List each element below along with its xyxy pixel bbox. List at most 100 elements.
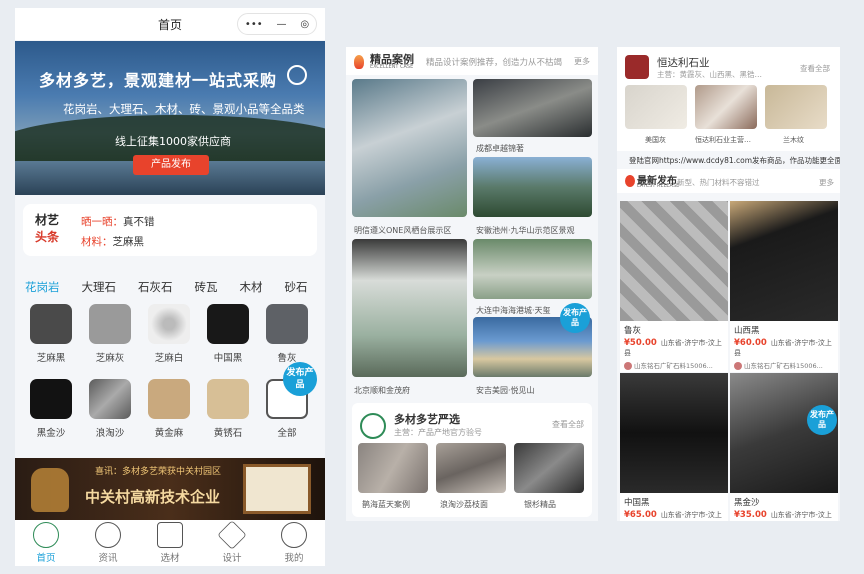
product-photo <box>620 201 728 321</box>
view-all-link[interactable]: 查看全部 <box>552 419 584 430</box>
company-thumb[interactable] <box>765 85 827 129</box>
thumb-caption: 恒达利石业主营… <box>695 136 751 144</box>
hero-banner[interactable]: 多材多艺，景观建材一站式采购 花岗岩、大理石、木材、砖、景观小品等全品类 线上征… <box>15 41 325 195</box>
bottom-tab-bar: 首页 资讯 选材 设计 我的 <box>15 520 325 566</box>
product-price: ¥50.00 <box>624 338 657 348</box>
curated-section: 多材多艺严选 主营：产品产地官方验号 查看全部 鹊海蓝天案例 浪淘沙荔枝面 银杉… <box>352 403 592 517</box>
case-caption[interactable]: 安吉美园·悦见山 <box>476 385 535 396</box>
tab-label: 设计 <box>222 553 242 564</box>
category-tab[interactable]: 木材 <box>240 279 263 295</box>
product-item[interactable]: 芝麻白 <box>141 304 197 364</box>
certificate-image <box>243 464 311 514</box>
product-item[interactable]: 浪淘沙 <box>82 379 138 439</box>
product-name: 山西黑 <box>734 326 760 336</box>
category-tab[interactable]: 大理石 <box>82 279 117 295</box>
view-all-link[interactable]: 查看全部 <box>800 63 830 74</box>
product-thumb <box>89 379 131 419</box>
product-item[interactable]: 鲁灰 <box>259 304 315 364</box>
tab-mine[interactable]: 我的 <box>263 520 325 566</box>
company-logo <box>625 55 649 79</box>
cases-screen: 精品案例 EXCELLENT CASE 精品设计案例推荐，创造力从不枯竭 更多 … <box>346 47 598 521</box>
category-tab[interactable]: 砖瓦 <box>195 279 218 295</box>
site-notice[interactable]: 登陆官网https://www.dcdy81.com发布商品，作品功能更全面 <box>629 155 840 166</box>
product-label: 芝麻白 <box>154 353 184 364</box>
tab-label: 首页 <box>36 553 56 564</box>
curated-caption[interactable]: 银杉精品 <box>524 499 556 510</box>
product-item[interactable]: 芝麻黑 <box>23 304 79 364</box>
category-tab[interactable]: 花岗岩 <box>25 279 60 295</box>
product-item[interactable]: 黑金沙 <box>23 379 79 439</box>
product-card[interactable]: 黑金沙 ¥35.00山东省-济宁市-汶上县 <box>730 373 838 521</box>
product-item[interactable]: 中国黑 <box>200 304 256 364</box>
case-caption[interactable]: 北京顺和金茂府 <box>354 385 410 396</box>
case-image[interactable] <box>352 239 467 377</box>
product-card[interactable]: 鲁灰 ¥50.00 山东省-济宁市-汶上县 山东铭石广矿石料15006... <box>620 201 728 372</box>
product-card[interactable]: 山西黑 ¥60.00 山东省-济宁市-汶上县 山东铭石广矿石料15006... <box>730 201 838 372</box>
store-screen: 恒达利石业 主营：黄霞灰、山西黑、黑锆… 查看全部 美国灰 恒达利石业主营… 兰… <box>617 47 840 521</box>
banner-callout: 线上征集1000家供应商 <box>115 135 231 148</box>
case-caption[interactable]: 明信遵义ONE风栖台展示区 <box>354 225 451 236</box>
banner-subline: 花岗岩、大理石、木材、砖、景观小品等全品类 <box>63 102 305 116</box>
company-name: 恒达利石业 <box>657 57 710 69</box>
publish-product-button[interactable]: 产品发布 <box>133 155 209 175</box>
curated-caption[interactable]: 鹊海蓝天案例 <box>362 499 410 510</box>
product-item[interactable]: 芝麻灰 <box>82 304 138 364</box>
company-thumb[interactable] <box>625 85 687 129</box>
curated-image[interactable] <box>358 443 428 493</box>
tab-design[interactable]: 设计 <box>201 520 263 566</box>
case-image[interactable] <box>473 239 592 299</box>
product-thumb <box>148 304 190 344</box>
product-price-row: ¥50.00 山东省-济宁市-汶上县 <box>620 336 728 358</box>
publish-fab[interactable]: 发布产品 <box>283 362 317 396</box>
product-price-row: ¥60.00 山东省-济宁市-汶上县 <box>730 336 838 358</box>
curated-image[interactable] <box>436 443 506 493</box>
curated-caption[interactable]: 浪淘沙荔枝面 <box>440 499 488 510</box>
product-label: 中国黑 <box>213 353 243 364</box>
publish-fab[interactable]: 发布产品 <box>807 405 837 435</box>
tab-materials[interactable]: 选材 <box>139 520 201 566</box>
product-item[interactable]: 黄金麻 <box>141 379 197 439</box>
company-products: 主营：黄霞灰、山西黑、黑锆… <box>657 70 762 79</box>
product-name: 黑金沙 <box>734 498 760 508</box>
news-text: 芝麻黑 <box>112 236 145 248</box>
product-item[interactable]: 黄锈石 <box>200 379 256 439</box>
company-thumb[interactable] <box>695 85 757 129</box>
product-label: 芝麻黑 <box>36 353 66 364</box>
more-link[interactable]: 更多 <box>819 177 834 188</box>
curated-logo <box>360 413 386 439</box>
category-tab[interactable]: 砂石 <box>285 279 308 295</box>
product-label: 浪淘沙 <box>95 428 125 439</box>
news-item[interactable]: 材料：芝麻黑 <box>81 234 144 249</box>
product-name: 鲁灰 <box>624 326 642 336</box>
section-title-en: EXCELLENT CASE <box>370 64 414 70</box>
minimize-icon[interactable]: — <box>276 19 286 30</box>
close-target-icon[interactable]: ◎ <box>300 19 309 30</box>
publish-fab[interactable]: 发布产品 <box>560 303 590 333</box>
news-item[interactable]: 晒一晒：真不错 <box>81 214 155 229</box>
more-link[interactable]: 更多 <box>574 56 590 67</box>
award-banner[interactable]: 喜讯：多材多艺荣获中关村园区 中关村高新技术企业 <box>15 458 325 520</box>
product-photo <box>730 201 838 321</box>
case-caption[interactable]: 大连中海海港城·天玺 <box>476 305 551 316</box>
tab-news[interactable]: 资讯 <box>77 520 139 566</box>
product-card[interactable]: 中国黑 ¥65.00山东省-济宁市-汶上县 <box>620 373 728 521</box>
case-caption[interactable]: 安徽池州·九华山示范区景观 <box>476 225 575 236</box>
thumb-caption: 美国灰 <box>645 136 666 144</box>
more-icon[interactable]: ••• <box>245 19 263 30</box>
case-image[interactable] <box>473 79 592 137</box>
case-image[interactable] <box>352 79 467 217</box>
headline-news-card[interactable]: 材艺 头条 晒一晒：真不错 材料：芝麻黑 <box>23 204 317 256</box>
camera-icon[interactable] <box>287 65 307 85</box>
case-caption[interactable]: 成都卓越锦著 <box>476 143 524 154</box>
company-card[interactable]: 恒达利石业 主营：黄霞灰、山西黑、黑锆… 查看全部 美国灰 恒达利石业主营… 兰… <box>617 47 840 151</box>
curated-image[interactable] <box>514 443 584 493</box>
latest-icon <box>625 175 635 187</box>
product-photo <box>620 373 728 493</box>
tab-home[interactable]: 首页 <box>15 520 77 566</box>
product-price: ¥60.00 <box>734 338 767 348</box>
banner-headline: 多材多艺，景观建材一站式采购 <box>39 71 278 90</box>
tab-label: 资讯 <box>98 553 118 564</box>
case-image[interactable] <box>473 157 592 217</box>
product-thumb <box>207 304 249 344</box>
category-tab[interactable]: 石灰石 <box>138 279 173 295</box>
